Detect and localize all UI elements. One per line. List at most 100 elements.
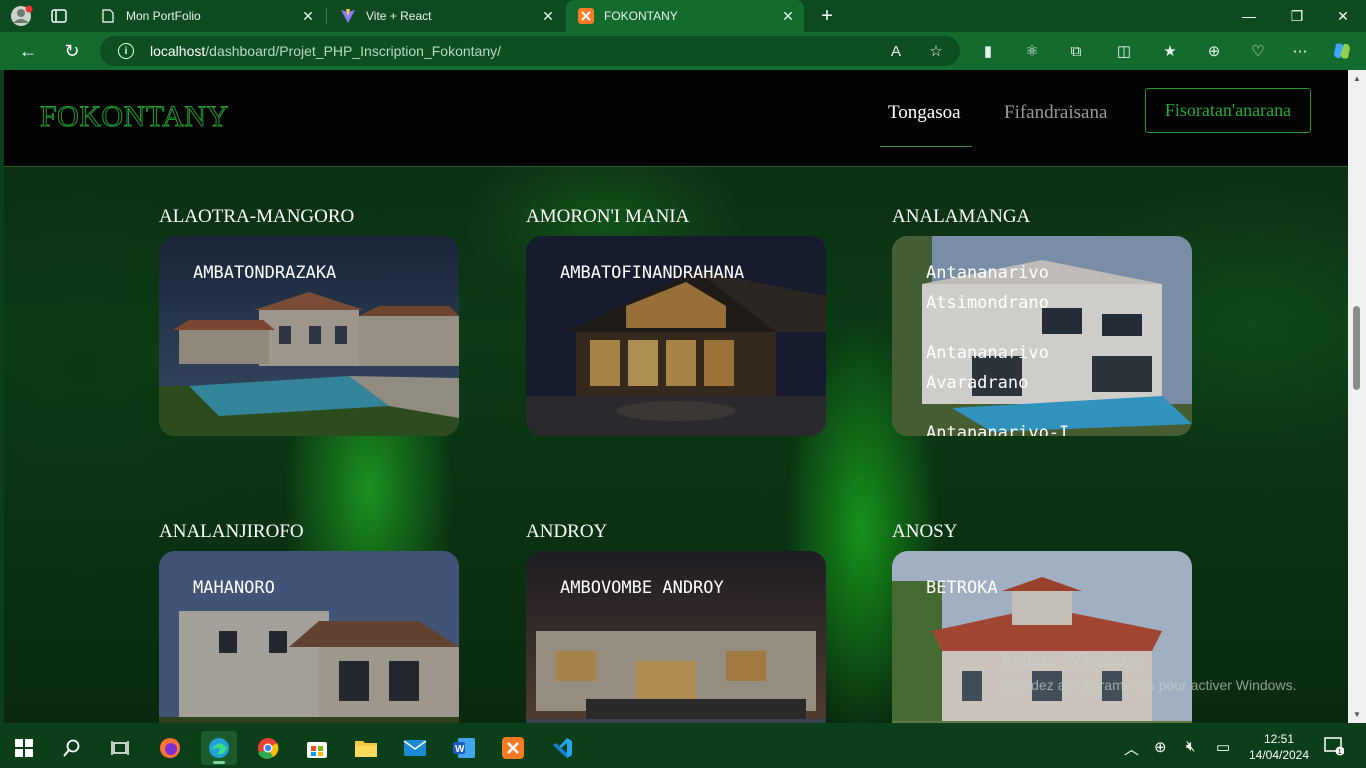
extensions-icon[interactable]: ⧉ bbox=[1066, 41, 1086, 61]
region-card[interactable]: MAHANORO bbox=[159, 551, 459, 723]
close-window-icon[interactable]: ✕ bbox=[1320, 0, 1366, 32]
district-list: Antananarivo Atsimondrano Antananarivo A… bbox=[926, 258, 1072, 436]
page-viewport: FOKONTANY Tongasoa Fifandraisana Fisorat… bbox=[4, 70, 1348, 723]
url-text: localhost/dashboard/Projet_PHP_Inscripti… bbox=[150, 43, 501, 59]
restore-icon[interactable]: ❐ bbox=[1274, 0, 1320, 32]
scrollbar-thumb[interactable] bbox=[1353, 306, 1360, 390]
region-card[interactable]: AMBATOFINANDRAHANA bbox=[526, 236, 826, 436]
tab-label: FOKONTANY bbox=[604, 9, 678, 23]
address-bar[interactable]: i localhost/dashboard/Projet_PHP_Inscrip… bbox=[100, 36, 960, 66]
xampp-icon bbox=[578, 8, 594, 24]
mail-icon[interactable] bbox=[397, 731, 433, 765]
windows-activation-watermark: Activer Windows Accédez aux paramètres p… bbox=[1000, 651, 1296, 693]
tab-label: Vite + React bbox=[366, 9, 432, 23]
page-icon bbox=[100, 8, 116, 24]
notifications-icon[interactable]: 1 bbox=[1324, 736, 1345, 760]
tab-actions-icon[interactable] bbox=[50, 8, 68, 24]
favorites-icon[interactable]: ★ bbox=[1160, 41, 1180, 61]
region-card[interactable]: AMBOVOMBE ANDROY bbox=[526, 551, 826, 723]
firefox-icon[interactable] bbox=[152, 731, 188, 765]
district-list: AMBOVOMBE ANDROY bbox=[560, 573, 816, 603]
watermark-title: Activer Windows bbox=[1000, 651, 1141, 672]
close-icon[interactable]: ✕ bbox=[298, 8, 318, 25]
district-link[interactable]: AMBATOFINANDRAHANA bbox=[560, 258, 816, 288]
district-link[interactable]: AMBATONDRAZAKA bbox=[193, 258, 449, 288]
copilot-icon[interactable] bbox=[1332, 41, 1352, 61]
word-icon[interactable]: W bbox=[446, 731, 482, 765]
site-header: FOKONTANY Tongasoa Fifandraisana Fisorat… bbox=[4, 70, 1348, 167]
district-link[interactable]: Antananarivo Avaradrano bbox=[926, 338, 1072, 398]
system-clock[interactable]: 12:51 14/04/2024 bbox=[1248, 731, 1310, 763]
clock-date: 14/04/2024 bbox=[1248, 748, 1310, 762]
district-link[interactable]: Antananarivo Atsimondrano bbox=[926, 258, 1072, 318]
district-list: AMBATOFINANDRAHANA bbox=[560, 258, 816, 288]
district-link[interactable]: MAHANORO bbox=[193, 573, 449, 603]
district-link[interactable]: AMBOVOMBE ANDROY bbox=[560, 573, 816, 603]
new-tab-icon[interactable]: + bbox=[816, 5, 838, 27]
search-icon[interactable] bbox=[54, 731, 90, 765]
region-title: ANDROY bbox=[526, 521, 608, 542]
profile-avatar[interactable] bbox=[10, 5, 34, 27]
district-list: MAHANORO bbox=[193, 573, 449, 603]
region-title: ALAOTRA-MANGORO bbox=[159, 206, 355, 227]
start-icon[interactable] bbox=[6, 731, 42, 765]
chrome-icon[interactable] bbox=[250, 731, 286, 765]
scroll-up-icon[interactable]: ▲ bbox=[1353, 74, 1361, 83]
close-icon[interactable]: ✕ bbox=[778, 8, 798, 25]
xampp-icon[interactable] bbox=[495, 731, 531, 765]
volume-muted-icon[interactable]: 🔇︎ bbox=[1186, 738, 1195, 755]
tab-vite-react[interactable]: Vite + React ✕ bbox=[328, 0, 564, 32]
copilot-doc-icon[interactable]: ▮ bbox=[978, 41, 998, 61]
site-logo[interactable]: FOKONTANY bbox=[40, 100, 229, 134]
tab-label: Mon PortFolio bbox=[126, 9, 201, 23]
browser-tab-bar: Mon PortFolio ✕ Vite + React ✕ FOKONTANY… bbox=[0, 0, 1366, 32]
close-icon[interactable]: ✕ bbox=[538, 8, 558, 25]
site-info-icon[interactable]: i bbox=[118, 43, 134, 59]
region-title: ANOSY bbox=[892, 521, 958, 542]
reload-icon[interactable]: ↻ bbox=[58, 39, 86, 63]
vscode-icon[interactable] bbox=[544, 731, 580, 765]
region-title: AMORON'I MANIA bbox=[526, 206, 690, 227]
register-button[interactable]: Fisoratan'anarana bbox=[1145, 88, 1311, 133]
edge-icon[interactable] bbox=[201, 731, 237, 765]
region-title: ANALAMANGA bbox=[892, 206, 1031, 227]
back-icon[interactable]: ← bbox=[14, 39, 42, 63]
more-menu-icon[interactable]: ⋯ bbox=[1290, 41, 1310, 61]
browser-toolbar: ← ↻ i localhost/dashboard/Projet_PHP_Ins… bbox=[0, 32, 1366, 70]
svg-text:W: W bbox=[455, 744, 465, 755]
svg-text:1: 1 bbox=[1338, 749, 1342, 756]
vite-icon bbox=[340, 8, 356, 24]
windows-taskbar: W ︿ ⊕ 🔇︎ ▭ 12:51 14/04/2024 1 bbox=[0, 726, 1366, 768]
tab-fokontany[interactable]: FOKONTANY ✕ bbox=[566, 0, 804, 32]
split-screen-icon[interactable]: ◫ bbox=[1114, 41, 1134, 61]
scroll-down-icon[interactable]: ▼ bbox=[1353, 710, 1361, 719]
nav-link-home[interactable]: Tongasoa bbox=[888, 102, 961, 124]
region-card[interactable]: AMBATONDRAZAKA bbox=[159, 236, 459, 436]
battery-icon[interactable]: ▭ bbox=[1216, 738, 1230, 756]
district-list: AMBATONDRAZAKA bbox=[193, 258, 449, 288]
page-scrollbar[interactable]: ▲ ▼ bbox=[1348, 70, 1366, 723]
nav-link-contact[interactable]: Fifandraisana bbox=[1004, 102, 1107, 124]
task-view-icon[interactable] bbox=[102, 731, 138, 765]
district-list: BETROKA bbox=[926, 573, 1182, 603]
read-aloud-icon[interactable]: A bbox=[886, 41, 906, 61]
store-icon[interactable] bbox=[299, 731, 335, 765]
active-nav-underline bbox=[880, 146, 972, 147]
file-explorer-icon[interactable] bbox=[348, 731, 384, 765]
browser-essentials-icon[interactable]: ♡ bbox=[1248, 41, 1268, 61]
collections-icon[interactable]: ⊕ bbox=[1204, 41, 1224, 61]
network-icon[interactable]: ⊕ bbox=[1154, 738, 1167, 756]
district-link[interactable]: BETROKA bbox=[926, 573, 1182, 603]
tab-divider bbox=[326, 8, 327, 24]
tray-overflow-icon[interactable]: ︿ bbox=[1124, 738, 1139, 759]
region-title: ANALANJIROFO bbox=[159, 521, 304, 542]
favorite-star-icon[interactable]: ☆ bbox=[926, 41, 946, 61]
tab-portfolio[interactable]: Mon PortFolio ✕ bbox=[88, 0, 324, 32]
clock-time: 12:51 bbox=[1263, 732, 1295, 746]
react-devtools-icon[interactable]: ⚛ bbox=[1022, 41, 1042, 61]
district-link[interactable]: Antananarivo-I bbox=[926, 418, 1072, 436]
region-card[interactable]: Antananarivo Atsimondrano Antananarivo A… bbox=[892, 236, 1192, 436]
minimize-icon[interactable]: — bbox=[1226, 0, 1272, 32]
watermark-subtitle: Accédez aux paramètres pour activer Wind… bbox=[1000, 677, 1297, 693]
region-card[interactable]: BETROKA bbox=[892, 551, 1192, 723]
